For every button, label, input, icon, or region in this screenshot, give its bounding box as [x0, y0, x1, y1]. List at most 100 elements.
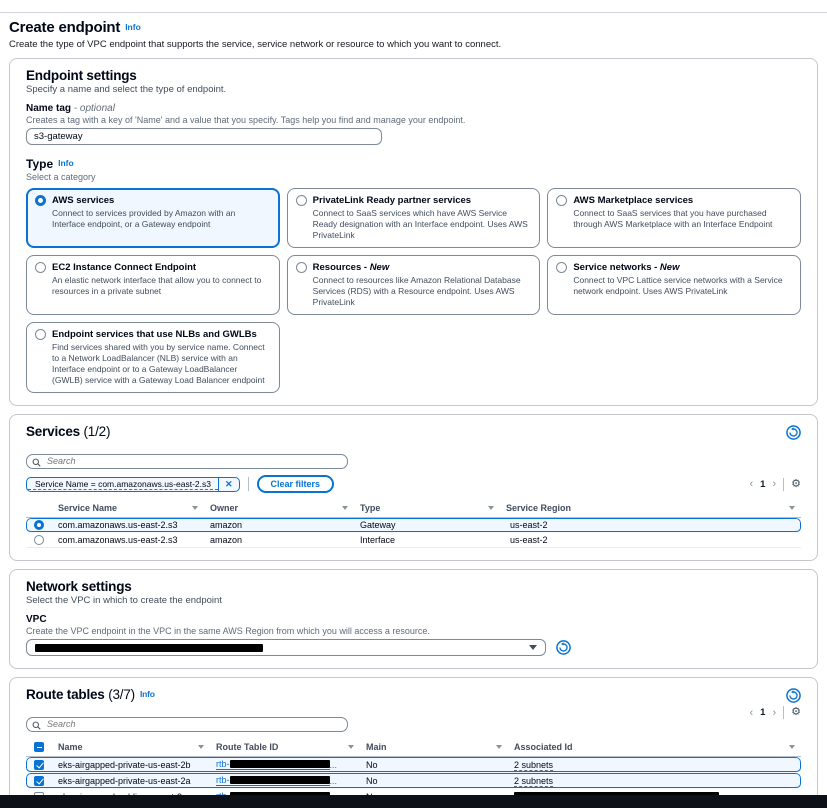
- type-option-description: Connect to VPC Lattice service networks …: [573, 275, 791, 297]
- redacted-route-table-id: [230, 776, 330, 784]
- services-search-input[interactable]: [26, 454, 348, 469]
- type-option-description: Connect to services provided by Amazon w…: [52, 208, 270, 230]
- type-option-description: An elastic network interface that allow …: [52, 275, 270, 297]
- type-option-grid: AWS services Connect to services provide…: [26, 188, 801, 393]
- radio-icon[interactable]: [35, 329, 46, 340]
- sort-icon[interactable]: [496, 745, 502, 749]
- endpoint-settings-card: Endpoint settings Specify a name and sel…: [9, 58, 818, 406]
- clear-filters-button[interactable]: Clear filters: [257, 475, 335, 493]
- row-checkbox-checked[interactable]: [34, 760, 44, 770]
- new-badge: - New: [654, 262, 679, 273]
- radio-icon[interactable]: [296, 195, 307, 206]
- page-number[interactable]: 1: [760, 479, 765, 490]
- name-tag-input[interactable]: [26, 128, 382, 145]
- type-option-aws-services[interactable]: AWS services Connect to services provide…: [26, 188, 280, 248]
- new-badge: - New: [364, 262, 389, 273]
- col-type: Type: [354, 503, 500, 513]
- services-title: Services (1/2): [26, 424, 110, 439]
- cell-name: eks-airgapped-private-us-east-2a: [52, 774, 210, 788]
- vpc-select[interactable]: [26, 639, 546, 656]
- col-main: Main: [360, 742, 508, 752]
- table-settings-gear-icon[interactable]: ⚙: [791, 479, 801, 490]
- radio-selected-icon[interactable]: [35, 195, 46, 206]
- type-option-description: Connect to SaaS services that you have p…: [573, 208, 791, 230]
- type-option-label: EC2 Instance Connect Endpoint: [52, 262, 196, 273]
- endpoint-settings-subtitle: Specify a name and select the type of en…: [26, 84, 801, 95]
- search-icon: [32, 717, 41, 735]
- radio-icon[interactable]: [556, 195, 567, 206]
- cell-region: us-east-2: [500, 533, 801, 547]
- vpc-label: VPC: [26, 614, 801, 625]
- remove-filter-icon[interactable]: ✕: [218, 478, 239, 491]
- type-option-service-networks[interactable]: Service networks - New Connect to VPC La…: [547, 255, 801, 315]
- cell-route-table-id[interactable]: rtb-...: [210, 757, 360, 772]
- page-info-link[interactable]: Info: [125, 22, 141, 32]
- services-card: Services (1/2) Service Name = com.amazon…: [9, 414, 818, 561]
- redacted-bottom-bar: [0, 795, 827, 808]
- page-title-row: Create endpointInfo: [9, 19, 818, 37]
- row-radio-selected[interactable]: [34, 520, 44, 530]
- sort-icon[interactable]: [789, 745, 795, 749]
- radio-icon[interactable]: [296, 262, 307, 273]
- next-page-icon[interactable]: ›: [772, 478, 776, 490]
- page-description: Create the type of VPC endpoint that sup…: [9, 39, 818, 50]
- prev-page-icon[interactable]: ‹: [749, 478, 753, 490]
- filter-token-label: Service Name = com.amazonaws.us-east-2.s…: [28, 479, 218, 490]
- type-option-privatelink-partner[interactable]: PrivateLink Ready partner services Conne…: [287, 188, 541, 248]
- sort-icon[interactable]: [342, 506, 348, 510]
- row-checkbox-checked[interactable]: [34, 776, 44, 786]
- prev-page-icon[interactable]: ‹: [749, 707, 753, 719]
- type-option-description: Find services shared with you by service…: [52, 342, 270, 386]
- type-hint: Select a category: [26, 172, 801, 182]
- type-option-resources[interactable]: Resources - New Connect to resources lik…: [287, 255, 541, 315]
- route-tables-search-input[interactable]: [26, 717, 348, 732]
- redacted-route-table-id: [230, 760, 330, 768]
- type-option-label: PrivateLink Ready partner services: [313, 195, 471, 206]
- cell-type: Gateway: [354, 518, 500, 532]
- divider: [248, 477, 249, 491]
- row-radio[interactable]: [34, 535, 44, 545]
- cell-region: us-east-2: [500, 518, 801, 532]
- col-associated-id: Associated Id: [508, 742, 801, 752]
- network-settings-title: Network settings: [26, 579, 801, 594]
- sort-icon[interactable]: [348, 745, 354, 749]
- refresh-icon[interactable]: [786, 425, 801, 445]
- search-icon: [32, 454, 41, 472]
- refresh-icon[interactable]: [556, 640, 571, 655]
- name-tag-optional: - optional: [74, 103, 115, 114]
- radio-icon[interactable]: [35, 262, 46, 273]
- refresh-icon[interactable]: [786, 688, 801, 708]
- route-tables-count: (3/7): [108, 687, 135, 702]
- name-tag-label: Name tag - optional: [26, 103, 801, 114]
- select-all-checkbox[interactable]: [34, 742, 44, 752]
- services-pagination: ‹ 1 › ⚙: [749, 478, 801, 491]
- redacted-vpc-value: [35, 644, 263, 652]
- cell-associated-id: 2 subnets: [508, 774, 801, 788]
- page-number[interactable]: 1: [760, 707, 765, 718]
- sort-icon[interactable]: [192, 506, 198, 510]
- type-option-marketplace[interactable]: AWS Marketplace services Connect to SaaS…: [547, 188, 801, 248]
- next-page-icon[interactable]: ›: [772, 707, 776, 719]
- vpc-hint: Create the VPC endpoint in the VPC in th…: [26, 626, 801, 636]
- type-option-ec2-instance-connect[interactable]: EC2 Instance Connect Endpoint An elastic…: [26, 255, 280, 315]
- route-tables-info-link[interactable]: Info: [140, 689, 155, 699]
- sort-icon[interactable]: [789, 506, 795, 510]
- type-option-nlb-gwlb[interactable]: Endpoint services that use NLBs and GWLB…: [26, 322, 280, 393]
- sort-icon[interactable]: [488, 506, 494, 510]
- cell-route-table-id[interactable]: rtb-...: [210, 773, 360, 788]
- type-option-description: Connect to SaaS services which have AWS …: [313, 208, 531, 241]
- sort-icon[interactable]: [198, 745, 204, 749]
- type-label: TypeInfo: [26, 157, 801, 171]
- col-name: Name: [52, 742, 210, 752]
- route-tables-title: Route tables (3/7)Info: [26, 687, 155, 702]
- type-option-description: Connect to resources like Amazon Relatio…: [313, 275, 531, 308]
- cell-associated-id: 2 subnets: [508, 758, 801, 772]
- radio-icon[interactable]: [556, 262, 567, 273]
- col-owner: Owner: [204, 503, 354, 513]
- table-settings-gear-icon[interactable]: ⚙: [791, 707, 801, 718]
- services-search: [26, 451, 348, 469]
- col-service-name: Service Name: [52, 503, 204, 513]
- cell-owner: amazon: [204, 518, 354, 532]
- type-info-link[interactable]: Info: [58, 158, 74, 168]
- type-option-label: Endpoint services that use NLBs and GWLB…: [52, 329, 257, 340]
